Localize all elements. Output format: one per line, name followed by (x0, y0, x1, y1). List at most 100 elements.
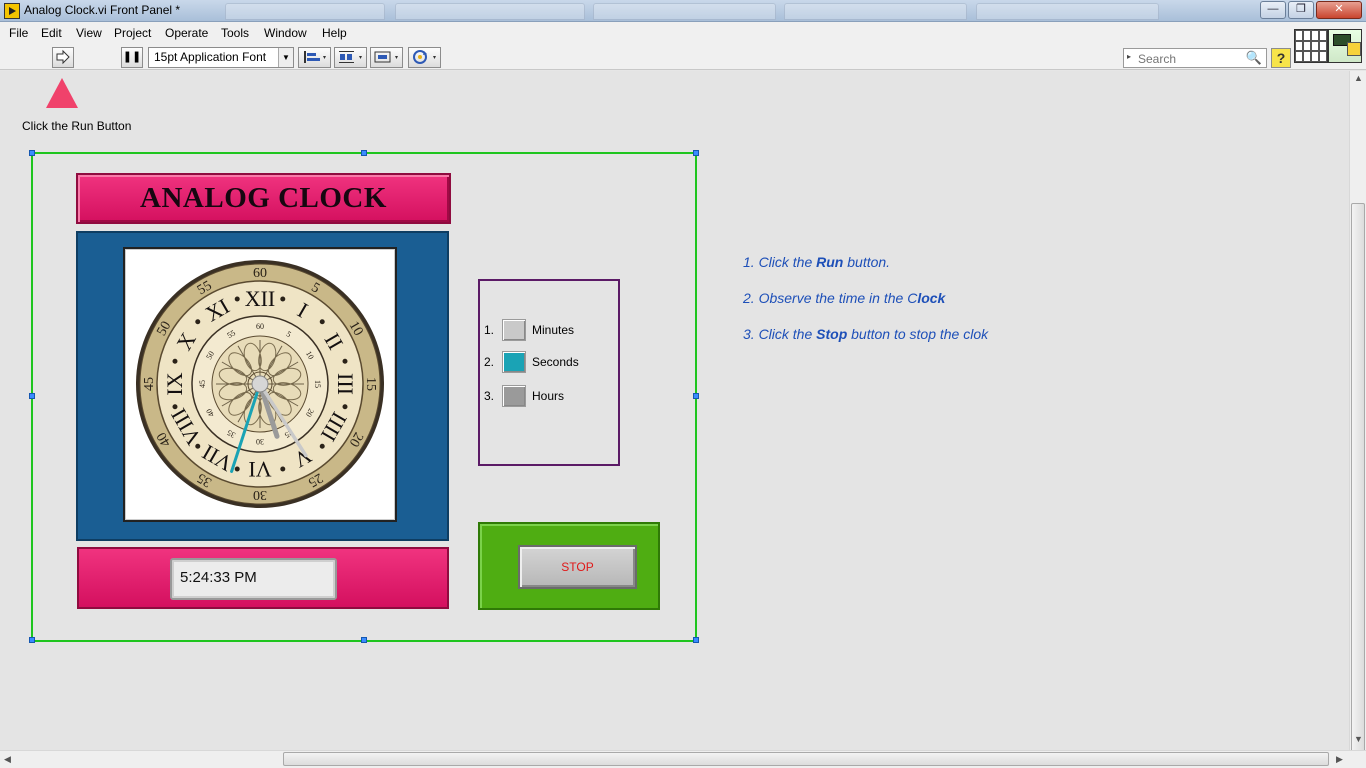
dial-dot (195, 319, 201, 325)
resize-handle[interactable] (29, 150, 35, 156)
search-input[interactable] (1138, 51, 1244, 66)
menu-edit[interactable]: Edit (41, 26, 62, 40)
scroll-right-icon[interactable]: ▶ (1336, 754, 1343, 765)
scroll-down-icon[interactable]: ▼ (1354, 734, 1363, 744)
inner-second-label: 45 (198, 380, 207, 388)
outer-minute-label: 45 (142, 377, 157, 391)
instruction-text: 1. Click the (743, 254, 817, 270)
dial-dot (280, 466, 286, 472)
toolbar: ❚❚ 15pt Application Font ▼ ▸ 🔍 ? (0, 44, 1366, 70)
horizontal-scrollbar[interactable]: ◀ ▶ (0, 750, 1366, 768)
run-button[interactable] (52, 47, 74, 68)
roman-numeral: IX (162, 372, 187, 395)
analog-clock[interactable]: 60 5 10 15 20 25 30 35 40 45 50 55 XII I II III IIII V VI V… (123, 247, 397, 522)
run-arrow-icon (56, 49, 70, 65)
close-button[interactable]: ✕ (1316, 1, 1362, 19)
outer-minute-label: 30 (253, 487, 267, 502)
clock-face-icon: 60510152025303540455055 XII IIIIIIIIIIVVIV… (136, 260, 384, 508)
instruction-emphasis: lock (917, 290, 946, 306)
dial-dot (234, 466, 240, 472)
connector-pane-icon[interactable] (1294, 29, 1328, 63)
menu-project[interactable]: Project (114, 26, 151, 40)
pause-button[interactable]: ❚❚ (121, 47, 143, 68)
legend-swatch (502, 351, 526, 373)
legend-number: 3. (484, 389, 495, 403)
background-window-tab[interactable] (593, 3, 776, 20)
title-bar: Analog Clock.vi Front Panel * — ❐ ✕ (0, 0, 1366, 22)
legend-label: Hours (532, 389, 565, 403)
resize-handle[interactable] (361, 150, 367, 156)
vertical-scroll-thumb[interactable] (1351, 203, 1365, 755)
time-indicator: 5:24:33 PM (170, 558, 337, 600)
resize-handle[interactable] (29, 637, 35, 643)
instruction-3: 3. Click the Stop button to stop the clo… (743, 326, 988, 342)
search-icon[interactable]: 🔍 (1246, 50, 1262, 66)
resize-handle[interactable] (693, 150, 699, 156)
time-value: 5:24:33 PM (180, 569, 257, 586)
search-scope-icon[interactable]: ▸ (1127, 52, 1131, 61)
menu-bar: File Edit View Project Operate Tools Win… (0, 22, 1366, 44)
hand-legend: 1. Minutes 2. Seconds 3. Hours (478, 279, 620, 466)
align-objects-button[interactable] (298, 47, 331, 68)
legend-swatch (502, 385, 526, 407)
maximize-button[interactable]: ❐ (1288, 1, 1314, 19)
background-window-tab[interactable] (976, 3, 1159, 20)
context-help-button[interactable]: ? (1271, 48, 1291, 68)
clock-title: ANALOG CLOCK (140, 182, 387, 214)
instruction-text: button. (843, 254, 891, 270)
resize-handle[interactable] (361, 637, 367, 643)
scroll-up-icon[interactable]: ▲ (1354, 73, 1363, 83)
dial-dot (342, 358, 348, 364)
resize-handle[interactable] (693, 637, 699, 643)
menu-help[interactable]: Help (322, 26, 347, 40)
instruction-1: 1. Click the Run button. (743, 254, 890, 270)
background-window-tab[interactable] (784, 3, 967, 20)
menu-view[interactable]: View (76, 26, 102, 40)
dial-dot (319, 319, 325, 325)
font-select[interactable]: 15pt Application Font ▼ (148, 47, 294, 68)
background-window-tab[interactable] (395, 3, 585, 20)
reorder-button[interactable] (408, 47, 441, 68)
vertical-scrollbar[interactable]: ▲ ▼ (1349, 71, 1366, 755)
search-box[interactable]: ▸ 🔍 (1123, 48, 1267, 68)
menu-file[interactable]: File (9, 26, 28, 40)
vi-icon[interactable] (1328, 29, 1362, 63)
dial-dot (319, 443, 325, 449)
outer-minute-label: 15 (363, 377, 378, 391)
inner-second-label: 30 (256, 437, 264, 446)
instruction-text: button to stop the clok (847, 326, 989, 342)
chevron-down-icon: ▼ (278, 48, 293, 67)
menu-tools[interactable]: Tools (221, 26, 249, 40)
legend-number: 1. (484, 323, 495, 337)
dial-dot (280, 296, 286, 302)
legend-number: 2. (484, 355, 495, 369)
legend-label: Seconds (532, 355, 579, 369)
stop-button[interactable]: STOP (518, 545, 637, 589)
dial-dot (195, 443, 201, 449)
minimize-button[interactable]: — (1260, 1, 1286, 19)
labview-app-icon (4, 3, 20, 19)
resize-handle[interactable] (29, 393, 35, 399)
dial-dot (234, 296, 240, 302)
window-title: Analog Clock.vi Front Panel * (24, 3, 181, 17)
menu-operate[interactable]: Operate (165, 26, 208, 40)
roman-numeral: VI (248, 457, 271, 482)
clock-title-banner: ANALOG CLOCK (76, 173, 451, 224)
run-hint-arrow-icon (46, 78, 78, 108)
roman-numeral: III (333, 373, 358, 395)
reorder-icon (412, 50, 436, 64)
dial-dot (172, 404, 178, 410)
resize-objects-button[interactable] (370, 47, 403, 68)
menu-window[interactable]: Window (264, 26, 307, 40)
horizontal-scroll-thumb[interactable] (283, 752, 1329, 766)
background-window-tab[interactable] (225, 3, 385, 20)
hand-hub (251, 375, 269, 393)
legend-label: Minutes (532, 323, 575, 337)
inner-second-label: 15 (313, 380, 322, 388)
instruction-emphasis: Stop (816, 326, 848, 342)
distribute-objects-button[interactable] (334, 47, 367, 68)
roman-numeral: XII (245, 286, 276, 311)
run-hint-label: Click the Run Button (22, 119, 132, 133)
resize-handle[interactable] (693, 393, 699, 399)
scroll-left-icon[interactable]: ◀ (4, 754, 11, 765)
